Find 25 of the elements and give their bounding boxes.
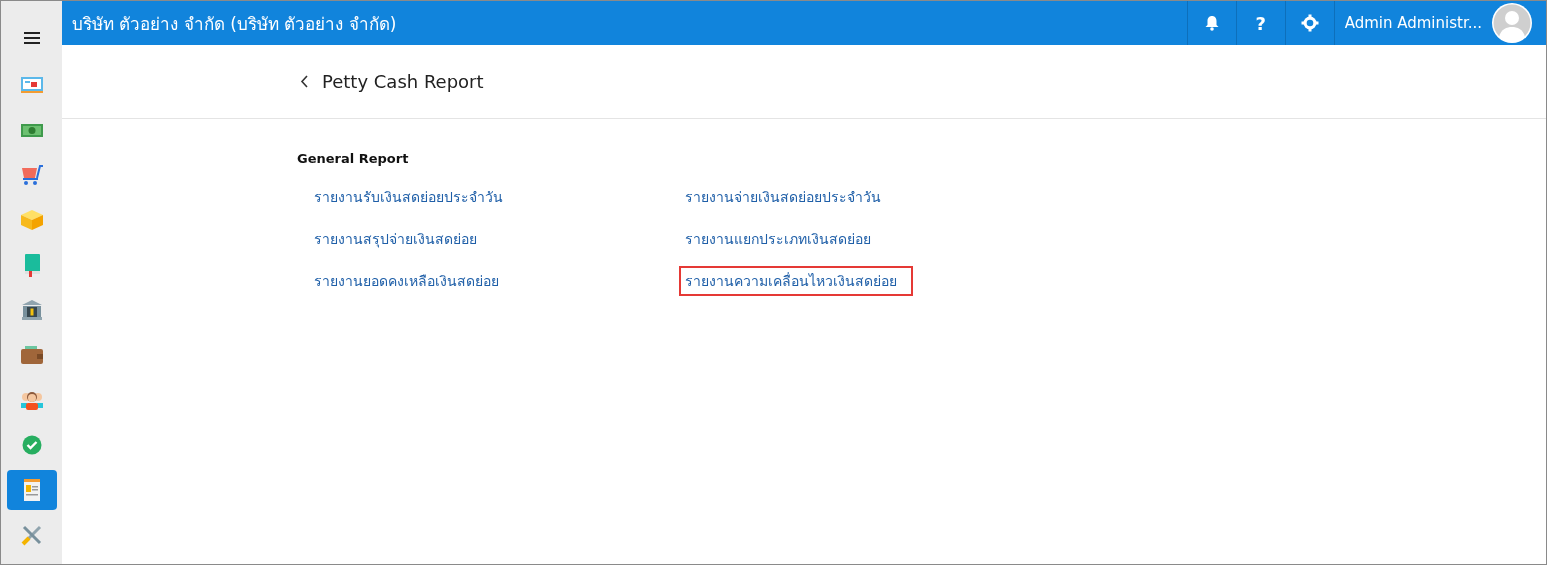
monitor-icon	[19, 75, 44, 95]
sidebar-item[interactable]	[6, 470, 57, 510]
banknote-icon	[19, 121, 44, 139]
bank-icon	[19, 299, 44, 321]
avatar-icon[interactable]	[1492, 3, 1532, 43]
back-icon	[300, 75, 308, 88]
report-link[interactable]: รายงานแยกประเภทเงินสดย่อย	[679, 224, 887, 254]
report-link[interactable]: รายงานรับเงินสดย่อยประจำวัน	[308, 182, 519, 212]
help-button[interactable]: ?	[1235, 1, 1285, 45]
report-link[interactable]: รายงานสรุปจ่ายเงินสดย่อย	[308, 224, 493, 254]
bell-icon	[1204, 15, 1219, 31]
box-icon	[19, 209, 44, 231]
wallet-icon	[19, 345, 44, 365]
document-icon	[21, 478, 42, 502]
section-heading: General Report	[297, 151, 410, 166]
report-link[interactable]: รายงานความเคลื่อนไหวเงินสดย่อย	[679, 266, 913, 296]
people-icon	[19, 390, 44, 410]
tools-icon	[20, 524, 43, 546]
report-link[interactable]: รายงานจ่ายเงินสดย่อยประจำวัน	[679, 182, 897, 212]
page-title: Petty Cash Report	[322, 71, 484, 92]
cart-icon	[19, 164, 44, 186]
settings-icon	[1300, 14, 1319, 32]
company-name: บริษัท ตัวอย่าง จำกัด (บริษัท ตัวอย่าง จำกัด)	[71, 12, 397, 36]
report-link[interactable]: รายงานยอดคงเหลือเงินสดย่อย	[308, 266, 515, 296]
check-circle-icon	[21, 435, 42, 455]
